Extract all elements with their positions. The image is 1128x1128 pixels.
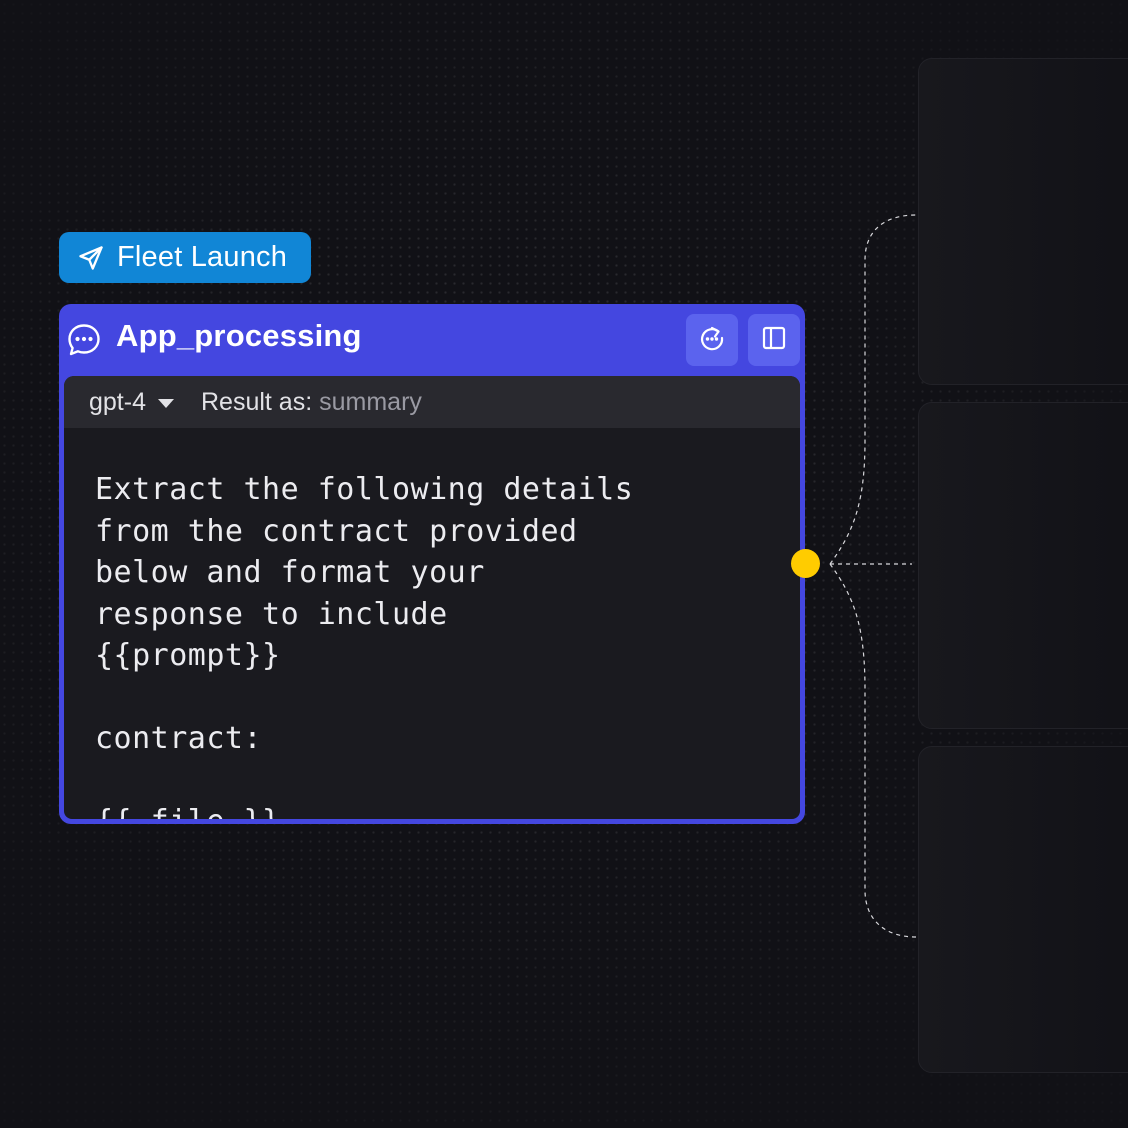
send-icon — [77, 244, 105, 272]
tag-label: Fleet Launch — [117, 241, 288, 273]
downstream-node-placeholder[interactable] — [918, 402, 1128, 729]
node-body: gpt-4 Result as: summary Extract the fol… — [64, 376, 800, 819]
chat-icon — [67, 323, 101, 357]
node-title: App_processing — [116, 318, 362, 353]
node-toolbar: gpt-4 Result as: summary — [64, 376, 800, 428]
refresh-timer-icon — [698, 324, 726, 357]
result-format[interactable]: Result as: summary — [201, 388, 422, 417]
result-value: summary — [319, 387, 422, 416]
model-select[interactable]: gpt-4 — [89, 388, 174, 417]
llm-node[interactable]: App_processing gpt-4 Result as: summary … — [59, 304, 805, 824]
node-header[interactable]: App_processing — [59, 304, 805, 376]
workflow-canvas[interactable]: Fleet Launch App_processing gpt-4 Result… — [0, 0, 1128, 1128]
wire-branch-top — [829, 214, 917, 565]
sidebar-panel-icon — [761, 325, 787, 356]
result-label: Result as: — [200, 387, 313, 416]
toggle-panel-button[interactable] — [748, 314, 800, 366]
downstream-node-placeholder[interactable] — [918, 58, 1128, 385]
wire-branch-bottom — [829, 563, 917, 938]
downstream-node-placeholder[interactable] — [918, 746, 1128, 1073]
model-value: gpt-4 — [89, 387, 146, 416]
fleet-launch-tag[interactable]: Fleet Launch — [59, 232, 311, 283]
prompt-text[interactable]: Extract the following details from the c… — [95, 469, 633, 819]
chevron-down-icon — [157, 398, 174, 408]
output-connector-handle[interactable] — [791, 549, 820, 578]
refresh-button[interactable] — [686, 314, 738, 366]
